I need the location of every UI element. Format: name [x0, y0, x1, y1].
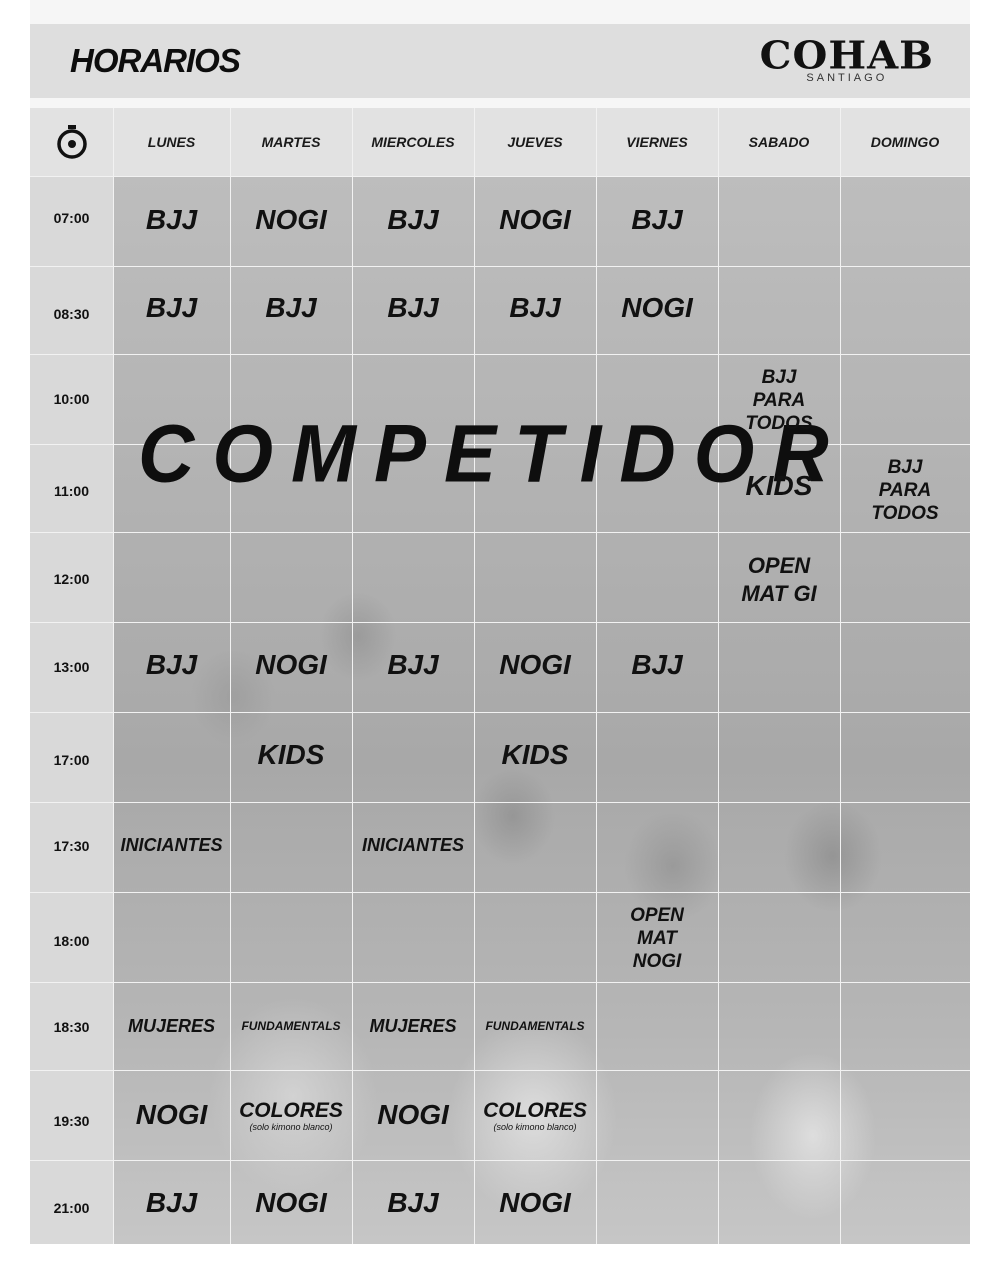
- time-1300: 13:00: [53, 659, 90, 675]
- class-tue-0700: NOGI: [255, 204, 327, 235]
- stopwatch-icon: [57, 125, 87, 159]
- fri-1800-line1: OPEN: [630, 905, 684, 926]
- sun-1100-line2: PARA: [878, 480, 932, 501]
- sun-1100-line3: TODOS: [871, 503, 939, 524]
- class-sat-1000: BJJ PARA TODOS: [718, 366, 840, 435]
- time-2100: 21:00: [53, 1200, 90, 1216]
- class-fri-1800: OPEN MAT NOGI: [596, 904, 718, 973]
- class-mon-1830: MUJERES: [127, 1016, 216, 1036]
- day-sunday: DOMINGO: [870, 134, 940, 150]
- class-thu-1300: NOGI: [499, 649, 571, 680]
- class-fri-1300: BJJ: [631, 649, 683, 680]
- day-monday: LUNES: [147, 134, 196, 150]
- class-thu-1700: KIDS: [501, 739, 569, 770]
- time-1730: 17:30: [53, 838, 90, 854]
- schedule-grid: LUNES MARTES MIERCOLES JUEVES VIERNES SA…: [30, 108, 970, 1244]
- day-thursday: JUEVES: [507, 134, 563, 150]
- time-1100: 11:00: [53, 483, 90, 499]
- class-wed-1930: NOGI: [377, 1099, 449, 1130]
- class-tue-0830: BJJ: [265, 292, 317, 323]
- class-wed-1300: BJJ: [387, 649, 439, 680]
- class-tue-1930: COLORES (solo kimono blanco): [230, 1100, 352, 1132]
- class-sat-1100: KIDS: [745, 470, 813, 501]
- class-tue-2100: NOGI: [255, 1187, 327, 1218]
- tue-1930-note: (solo kimono blanco): [249, 1122, 333, 1132]
- fri-1800-line3: NOGI: [632, 951, 682, 972]
- class-thu-0700: NOGI: [499, 204, 571, 235]
- class-mon-0830: BJJ: [145, 292, 198, 323]
- sat-1000-line1: BJJ: [761, 367, 797, 388]
- class-wed-2100: BJJ: [387, 1187, 439, 1218]
- header-bar: HORARIOS COHAB SANTIAGO: [30, 24, 970, 98]
- page-title: HORARIOS: [70, 42, 241, 79]
- class-sun-1100: BJJ PARA TODOS: [840, 456, 970, 525]
- day-wednesday: MIERCOLES: [371, 134, 455, 150]
- class-wed-0700: BJJ: [387, 204, 439, 235]
- class-sat-1200: OPEN MAT GI: [718, 552, 840, 608]
- time-1000: 10:00: [53, 391, 90, 407]
- cohab-logo: COHAB SANTIAGO: [760, 36, 934, 84]
- time-1800: 18:00: [53, 933, 90, 949]
- sat-1000-line2: PARA: [752, 390, 806, 411]
- time-1700: 17:00: [53, 752, 90, 768]
- time-1930: 19:30: [53, 1113, 90, 1129]
- class-tue-1830: FUNDAMENTALS: [241, 1019, 341, 1033]
- sat-1000-line3: TODOS: [745, 413, 813, 434]
- sat-1200-line1: OPEN: [747, 553, 811, 578]
- tue-1930-label: COLORES: [239, 1099, 343, 1122]
- class-mon-1730: INICIANTES: [120, 835, 223, 855]
- time-1200: 12:00: [53, 571, 90, 587]
- class-mon-1930: NOGI: [135, 1099, 208, 1130]
- sun-1100-line1: BJJ: [887, 457, 923, 478]
- thu-1930-label: COLORES: [483, 1099, 587, 1122]
- time-0830: 08:30: [53, 306, 90, 322]
- class-mon-2100: BJJ: [145, 1187, 198, 1218]
- group-photo-background: [113, 176, 970, 1244]
- thu-1930-note: (solo kimono blanco): [493, 1122, 577, 1132]
- class-wed-1730: INICIANTES: [361, 835, 464, 855]
- class-wed-0830: BJJ: [387, 292, 439, 323]
- class-thu-1830: FUNDAMENTALS: [485, 1019, 585, 1033]
- class-thu-0830: BJJ: [509, 292, 561, 323]
- class-mon-0700: BJJ: [145, 204, 198, 235]
- class-fri-0830: NOGI: [621, 292, 693, 323]
- time-column: [30, 108, 113, 1244]
- sat-1200-line2: MAT GI: [741, 581, 817, 606]
- fri-1800-line2: MAT: [637, 928, 677, 949]
- class-wed-1830: MUJERES: [369, 1016, 457, 1036]
- class-tue-1300: NOGI: [255, 649, 327, 680]
- time-1830: 18:30: [53, 1019, 90, 1035]
- class-thu-2100: NOGI: [499, 1187, 571, 1218]
- logo-main-text: COHAB: [759, 33, 934, 78]
- time-0700: 07:00: [53, 210, 90, 226]
- class-thu-1930: COLORES (solo kimono blanco): [474, 1100, 596, 1132]
- day-friday: VIERNES: [626, 134, 688, 150]
- class-fri-0700: BJJ: [631, 204, 683, 235]
- class-tue-1700: KIDS: [257, 739, 325, 770]
- class-mon-1300: BJJ: [145, 649, 198, 680]
- day-tuesday: MARTES: [261, 134, 321, 150]
- day-saturday: SABADO: [748, 134, 810, 150]
